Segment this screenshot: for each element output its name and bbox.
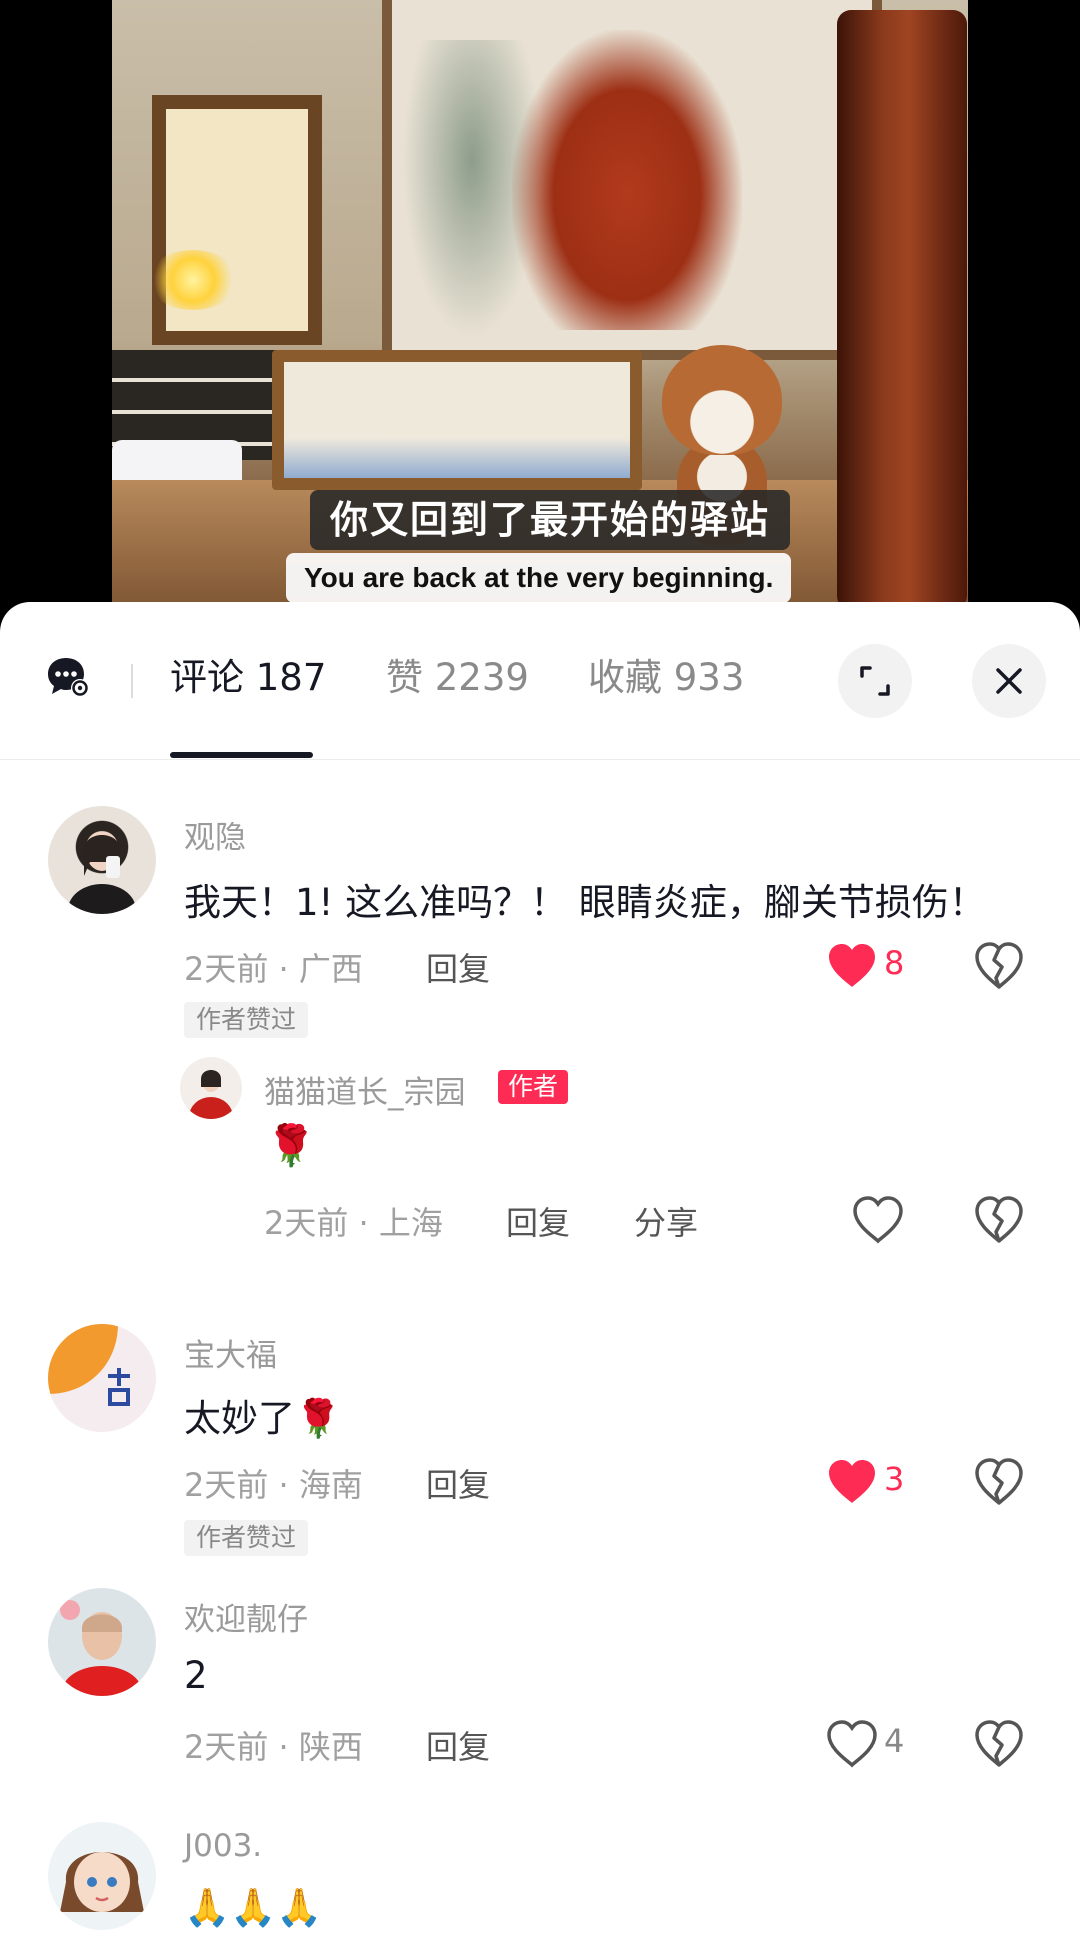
- author-tag: 作者: [498, 1070, 569, 1104]
- reply-meta: 2天前 · 上海: [264, 1198, 443, 1244]
- broken-heart-icon[interactable]: [974, 1720, 1024, 1768]
- brush-holder: [837, 10, 967, 610]
- author-liked-badge: 作者赞过: [184, 1002, 309, 1038]
- like-count: 8: [884, 944, 905, 982]
- comment-settings-icon[interactable]: [46, 654, 92, 700]
- subtitle-chinese: 你又回到了最开始的驿站: [310, 490, 791, 550]
- comment-meta: 2天前 · 海南: [184, 1460, 363, 1506]
- like-count: 3: [884, 1460, 905, 1498]
- tab-favorites[interactable]: 收藏 933: [588, 654, 744, 702]
- comment-time: 2天前: [184, 1728, 269, 1766]
- heart-icon[interactable]: [826, 1720, 878, 1768]
- painting-figure: [512, 30, 742, 330]
- comment-location: 广西: [298, 950, 363, 988]
- broken-heart-icon[interactable]: [974, 942, 1024, 990]
- meta-separator: ·: [348, 1204, 379, 1242]
- reply-avatar-image: [189, 1070, 233, 1119]
- avatar[interactable]: [48, 1822, 156, 1930]
- avatar-image: [60, 1600, 142, 1696]
- tab-overflow-fade: [802, 642, 842, 722]
- reply-text: 🌹: [266, 1123, 316, 1169]
- comment-username[interactable]: 宝大福: [184, 1330, 277, 1375]
- reply-time: 2天前: [264, 1204, 349, 1242]
- tab-likes[interactable]: 赞 2239: [386, 654, 529, 702]
- heart-icon[interactable]: [826, 1458, 878, 1506]
- avatar[interactable]: [48, 806, 156, 914]
- comment-time: 2天前: [184, 1466, 269, 1504]
- heart-icon[interactable]: [826, 942, 878, 990]
- reply-button[interactable]: 回复: [506, 1198, 570, 1244]
- plaque-mountains: [284, 438, 630, 478]
- author-liked-badge: 作者赞过: [184, 1520, 309, 1556]
- reply-username[interactable]: 猫猫道长_宗园: [264, 1067, 466, 1112]
- comment-meta: 2天前 · 陕西: [184, 1722, 363, 1768]
- expand-button[interactable]: [838, 644, 912, 718]
- calligraphy-plaque: [272, 350, 642, 490]
- tabs-bar: 评论 187 赞 2239 收藏 933: [0, 602, 1080, 760]
- share-button[interactable]: 分享: [634, 1198, 698, 1244]
- avatar-image: [48, 1324, 130, 1406]
- tab-comments[interactable]: 评论 187: [170, 654, 326, 702]
- avatar-image: [60, 1852, 144, 1912]
- reply-location: 上海: [378, 1204, 443, 1242]
- close-button[interactable]: [972, 644, 1046, 718]
- comment-username[interactable]: J003.: [184, 1828, 262, 1864]
- comment-username[interactable]: 观隐: [184, 812, 246, 857]
- avatar-image: [68, 833, 136, 914]
- lotus-lamp: [148, 250, 238, 310]
- subtitle-english: You are back at the very beginning.: [286, 553, 792, 603]
- broken-heart-icon[interactable]: [974, 1196, 1024, 1244]
- avatar[interactable]: [48, 1324, 156, 1432]
- comment-text: 太妙了🌹: [184, 1397, 342, 1440]
- reply-button[interactable]: 回复: [426, 944, 490, 990]
- comment-time: 2天前: [184, 950, 269, 988]
- reply-button[interactable]: 回复: [426, 1722, 490, 1768]
- avatar[interactable]: [48, 1588, 156, 1696]
- comment-text: 2: [184, 1654, 208, 1697]
- broken-heart-icon[interactable]: [974, 1458, 1024, 1506]
- comment-location: 陕西: [298, 1728, 363, 1766]
- painting-inscription: [774, 20, 844, 170]
- reply-avatar[interactable]: [180, 1057, 242, 1119]
- meta-separator: ·: [268, 1466, 299, 1504]
- active-tab-indicator: [170, 752, 313, 758]
- shiba-head: [662, 345, 782, 455]
- heart-icon[interactable]: [852, 1196, 904, 1244]
- comment-sheet: 评论 187 赞 2239 收藏 933 观隐 我天！1! 这么准吗？！ 眼睛炎…: [0, 602, 1080, 1958]
- expand-icon: [860, 666, 890, 696]
- meta-separator: ·: [268, 1728, 299, 1766]
- comment-username[interactable]: 欢迎靓仔: [184, 1594, 308, 1639]
- comment-text: 🙏🙏🙏: [184, 1886, 323, 1929]
- like-count: 4: [884, 1722, 905, 1760]
- comment-location: 海南: [298, 1466, 363, 1504]
- close-icon: [996, 668, 1022, 694]
- tab-divider: [131, 664, 133, 698]
- meta-separator: ·: [268, 950, 299, 988]
- comment-text: 我天！1! 这么准吗？！ 眼睛炎症，腳关节损伤！: [184, 881, 986, 924]
- reply-button[interactable]: 回复: [426, 1460, 490, 1506]
- video-player[interactable]: 你又回到了最开始的驿站 You are back at the very beg…: [0, 0, 1080, 620]
- comment-meta: 2天前 · 广西: [184, 944, 363, 990]
- scroll-painting: [382, 0, 882, 360]
